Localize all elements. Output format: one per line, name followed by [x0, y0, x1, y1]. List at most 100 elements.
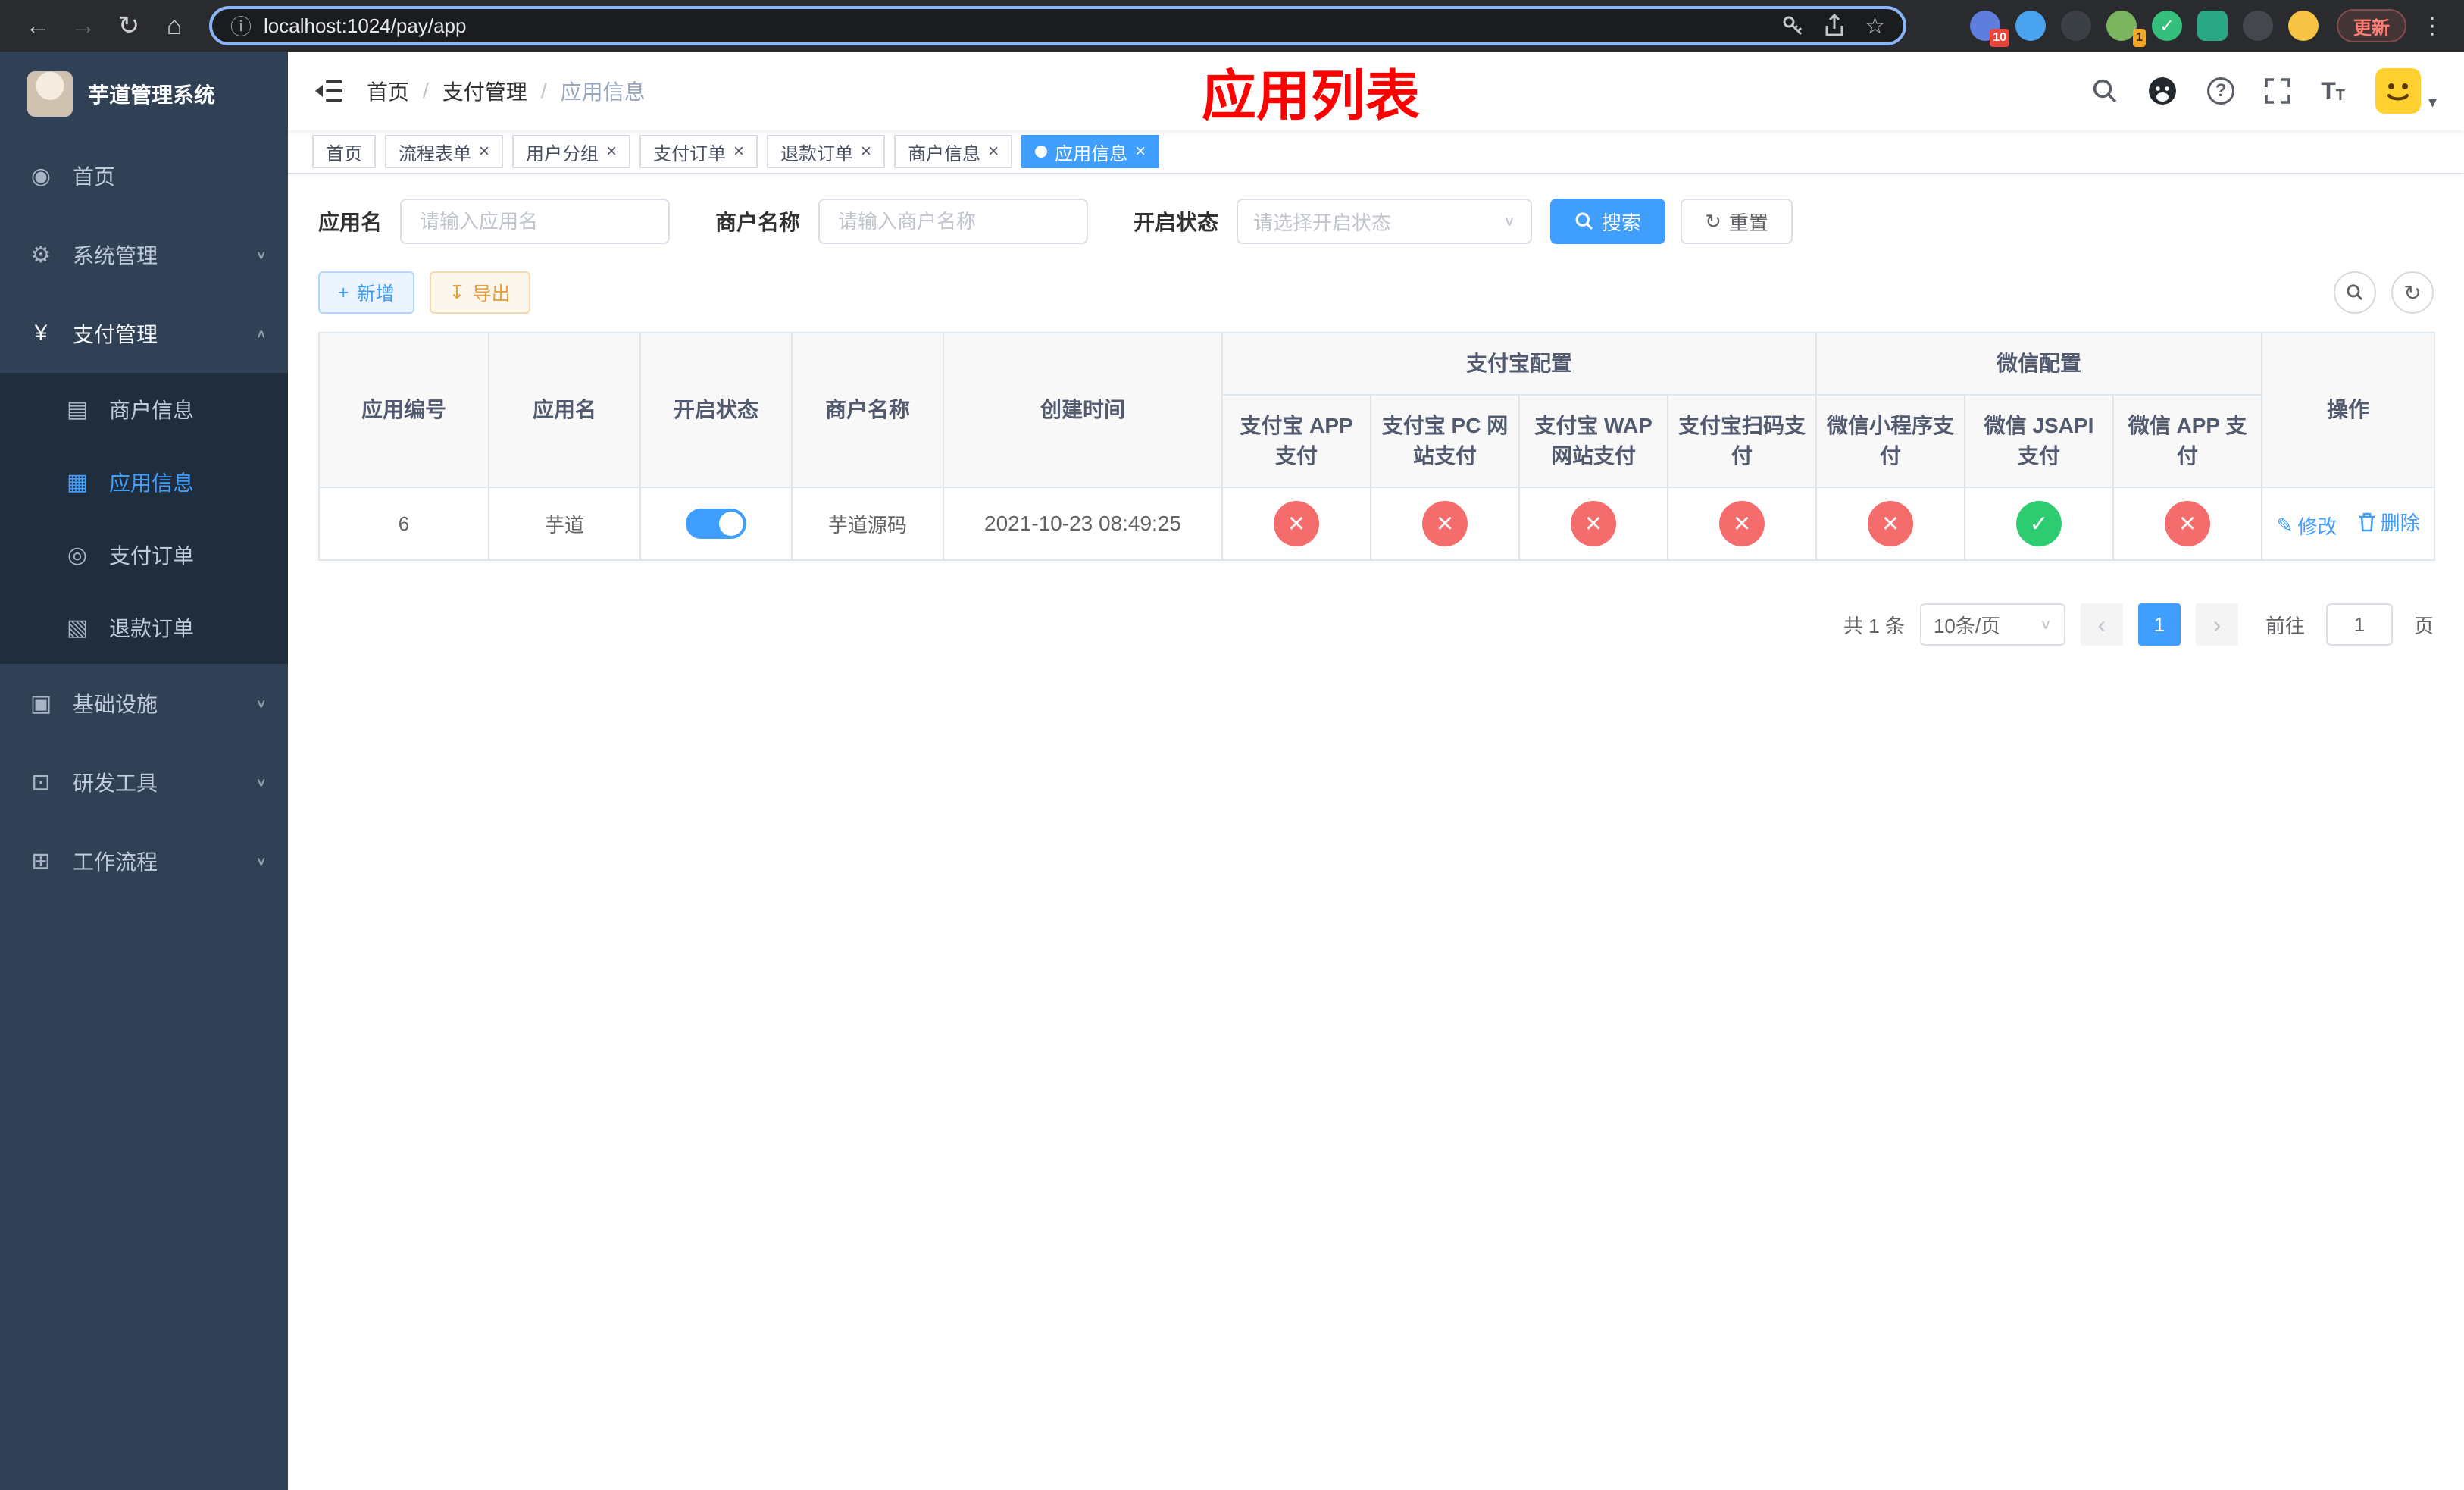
merchant-name-input[interactable]	[818, 199, 1089, 244]
chrome-update-button[interactable]: 更新	[2337, 9, 2406, 42]
browser-forward-button[interactable]: →	[61, 3, 106, 49]
extension-puzzle-icon[interactable]: 10	[1970, 11, 2009, 47]
close-icon[interactable]: ×	[861, 142, 871, 161]
goto-page-input[interactable]	[2325, 603, 2393, 646]
app-navbar: 首页 / 支付管理 / 应用信息 应用列表 ? T T ▾	[288, 52, 2464, 130]
current-page-button[interactable]: 1	[2137, 603, 2181, 646]
cell-wechat-jsapi	[1964, 487, 2115, 561]
sidebar-item-payment[interactable]: ¥ 支付管理 ∧	[0, 294, 288, 373]
extension-emoji-icon[interactable]	[2288, 11, 2319, 41]
share-icon[interactable]	[1824, 14, 1845, 38]
sidebar-item-system[interactable]: ⚙ 系统管理 ∨	[0, 215, 288, 294]
chevron-down-icon: ∨	[255, 696, 267, 711]
col-header-actions: 操作	[2261, 332, 2436, 488]
logo-image	[27, 71, 73, 117]
cell-alipay-qr	[1666, 487, 1818, 561]
delete-link[interactable]: 删除	[2358, 508, 2420, 536]
close-icon[interactable]: ×	[606, 142, 617, 161]
search-icon	[1575, 212, 1593, 230]
navbar-actions: ? TT ▾	[2092, 68, 2437, 114]
sidebar-item-label: 首页	[73, 165, 116, 189]
tab-process-form[interactable]: 流程表单 ×	[385, 135, 504, 168]
user-menu[interactable]: ▾	[2375, 68, 2437, 114]
extension-chat-icon[interactable]	[2197, 11, 2228, 41]
toggle-search-button[interactable]	[2334, 271, 2376, 314]
trash-icon	[2359, 512, 2375, 532]
sidebar-item-app-info[interactable]: ▦ 应用信息	[0, 446, 288, 518]
export-button[interactable]: ↧ 导出	[429, 271, 530, 314]
cell-actions: ✎ 修改 删除	[2261, 487, 2436, 561]
search-icon[interactable]	[2092, 78, 2118, 104]
close-icon[interactable]: ×	[479, 142, 489, 161]
help-icon[interactable]: ?	[2207, 77, 2235, 105]
close-icon[interactable]: ×	[1135, 142, 1146, 161]
refresh-icon: ↻	[2403, 280, 2422, 305]
goto-label: 前往	[2265, 614, 2305, 637]
extension-avatar-icon[interactable]: 1	[2106, 11, 2146, 47]
prev-page-button[interactable]: ‹	[2080, 603, 2123, 646]
status-select[interactable]: 请选择开启状态 ∨	[1237, 199, 1533, 244]
app-name-input[interactable]	[400, 199, 671, 244]
breadcrumb-home[interactable]: 首页	[367, 76, 409, 106]
fullscreen-icon[interactable]	[2265, 78, 2290, 104]
github-icon[interactable]	[2148, 77, 2177, 105]
tab-pay-order[interactable]: 支付订单 ×	[639, 135, 758, 168]
refresh-button[interactable]: ↻	[2391, 271, 2434, 314]
close-icon[interactable]: ×	[733, 142, 744, 161]
sidebar-item-devtools[interactable]: ⊡ 研发工具 ∨	[0, 743, 288, 822]
edit-link[interactable]: ✎ 修改	[2277, 512, 2337, 540]
address-bar[interactable]: ⓘ localhost:1024/pay/app ☆	[209, 6, 1906, 45]
breadcrumb-payment[interactable]: 支付管理	[442, 76, 527, 106]
page-content: 应用名 商户名称 开启状态 请选择开启状态 ∨ 搜索 ↻ 重	[288, 174, 2464, 646]
extension-pin-icon[interactable]	[2243, 11, 2273, 41]
col-header-name: 应用名	[488, 332, 641, 488]
status-toggle[interactable]	[686, 509, 746, 539]
site-info-icon[interactable]: ⓘ	[230, 11, 252, 41]
col-group-wechat: 微信配置	[1815, 332, 2263, 396]
next-page-button[interactable]: ›	[2195, 603, 2238, 646]
page-size-select[interactable]: 10条/页 ∨	[1919, 603, 2065, 646]
table-row: 6 芋道 芋道源码 2021-10-23 08:49:25 × × × × × …	[318, 487, 2436, 561]
search-button[interactable]: 搜索	[1550, 199, 1666, 244]
sidebar-item-home[interactable]: ◉ 首页	[0, 136, 288, 215]
cell-id: 6	[318, 487, 489, 561]
total-count: 共 1 条	[1843, 614, 1905, 637]
col-header-merchant: 商户名称	[791, 332, 944, 488]
tab-home[interactable]: 首页	[312, 135, 376, 168]
col-header-id: 应用编号	[318, 332, 489, 488]
cell-merchant: 芋道源码	[791, 487, 944, 561]
close-icon[interactable]: ×	[988, 142, 999, 161]
sidebar-item-label: 商户信息	[109, 399, 195, 422]
sidebar-logo[interactable]: 芋道管理系统	[0, 52, 288, 136]
extension-check-icon[interactable]	[2152, 11, 2182, 41]
screen: ← → ↻ ⌂ ⓘ localhost:1024/pay/app ☆ 10 1	[0, 0, 2464, 1490]
extension-drop-icon[interactable]	[2015, 11, 2046, 41]
sidebar-item-label: 退款订单	[109, 617, 195, 640]
sidebar-toggle-button[interactable]	[315, 79, 342, 103]
app-table: 应用编号 应用名 开启状态 商户名称 创建时间 支付宝配置 微信配置 操作 支付…	[318, 332, 2436, 561]
sidebar-item-infra[interactable]: ▣ 基础设施 ∨	[0, 664, 288, 743]
tab-merchant-info[interactable]: 商户信息 ×	[894, 135, 1013, 168]
app-shell: 芋道管理系统 ◉ 首页 ⚙ 系统管理 ∨ ¥ 支付管理 ∧ ▤ 商户信息 ▦ 应…	[0, 52, 2464, 1490]
browser-back-button[interactable]: ←	[15, 3, 61, 49]
tab-refund-order[interactable]: 退款订单 ×	[767, 135, 886, 168]
reset-button[interactable]: ↻ 重置	[1681, 199, 1793, 244]
status-badge	[1868, 501, 1914, 546]
sidebar-item-merchant-info[interactable]: ▤ 商户信息	[0, 373, 288, 446]
back-icon: ←	[25, 11, 51, 40]
tab-user-group[interactable]: 用户分组 ×	[512, 135, 631, 168]
tab-app-info[interactable]: 应用信息 ×	[1021, 135, 1160, 168]
sidebar-item-refund-order[interactable]: ▧ 退款订单	[0, 591, 288, 664]
cell-alipay-app	[1221, 487, 1371, 561]
bookmark-star-icon[interactable]: ☆	[1865, 13, 1885, 39]
font-size-icon[interactable]: TT	[2321, 79, 2345, 103]
browser-home-button[interactable]: ⌂	[152, 3, 197, 49]
add-button[interactable]: + 新增	[318, 271, 414, 314]
url-text[interactable]: localhost:1024/pay/app	[264, 14, 466, 38]
browser-menu-button[interactable]: ⋮	[2416, 13, 2449, 39]
key-icon[interactable]	[1781, 14, 1804, 37]
extension-globe-icon[interactable]	[2061, 11, 2091, 41]
sidebar-item-workflow[interactable]: ⊞ 工作流程 ∨	[0, 822, 288, 900]
browser-reload-button[interactable]: ↻	[106, 3, 152, 49]
sidebar-item-pay-order[interactable]: ◎ 支付订单	[0, 518, 288, 591]
